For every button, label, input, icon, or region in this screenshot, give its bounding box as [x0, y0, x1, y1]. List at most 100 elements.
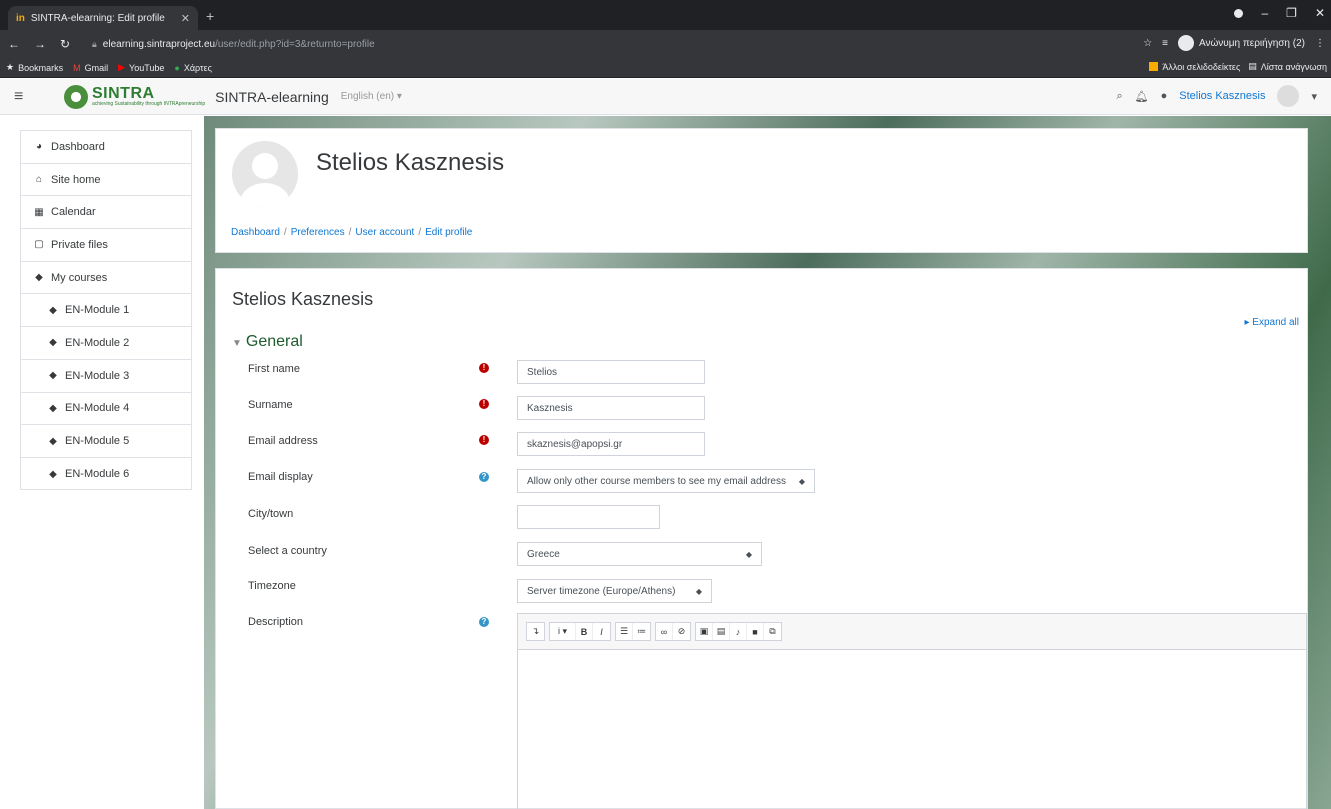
url-path: /user/edit.php?id=3&returnto=profile — [215, 38, 375, 50]
sintra-logo[interactable]: SINTRA achieving Sustainability through … — [64, 84, 205, 109]
incognito-icon — [1178, 35, 1194, 51]
sidebar-item-en-module-3[interactable]: ◆ EN-Module 3 — [21, 360, 191, 393]
email-display-label: Email display — [248, 471, 313, 483]
bookmark-bookmarks[interactable]: ★ Bookmarks — [6, 62, 63, 73]
bookmark-gmail[interactable]: M Gmail — [73, 63, 108, 73]
expand-all-link[interactable]: ▸ Expand all — [1245, 317, 1300, 328]
sidebar-item-label: Site home — [51, 173, 101, 186]
italic-icon[interactable]: I — [593, 623, 610, 640]
graduation-cap-icon: ◆ — [49, 435, 57, 447]
page-title: Stelios Kasznesis — [316, 149, 505, 176]
browser-menu-icon[interactable]: ⋮ — [1315, 38, 1325, 49]
nav-drawer: ◕ Dashboard ⌂ Site home ▦ Calendar ▢ Private… — [20, 130, 192, 490]
toolbar-toggle-icon[interactable]: ↴ — [527, 623, 544, 640]
microphone-icon[interactable]: ♪ — [730, 623, 747, 640]
sidebar-item-label: EN-Module 2 — [65, 336, 130, 349]
ordered-list-icon[interactable]: ≔ — [633, 623, 650, 640]
site-name[interactable]: SINTRA-elearning — [215, 89, 329, 105]
breadcrumb-dashboard[interactable]: Dashboard — [231, 227, 280, 238]
sidebar-item-en-module-4[interactable]: ◆ EN-Module 4 — [21, 393, 191, 426]
sidebar-item-label: EN-Module 5 — [65, 435, 130, 448]
sidebar-item-my-courses[interactable]: ◆ My courses — [21, 262, 191, 295]
graduation-cap-icon: ◆ — [35, 272, 43, 284]
description-label: Description — [248, 616, 304, 628]
notification-bell-icon[interactable]: 🔔︎ — [1135, 90, 1149, 103]
email-display-select[interactable]: Allow only other course members to see m… — [517, 469, 815, 493]
manage-files-icon[interactable]: ⧉ — [764, 623, 781, 640]
bookmark-maps[interactable]: ● Χάρτες — [174, 63, 212, 73]
email-field[interactable]: skaznesis@apopsi.gr — [517, 432, 705, 456]
first-name-input[interactable]: Stelios — [517, 360, 705, 384]
language-menu[interactable]: English (en) ▾ — [341, 91, 402, 102]
incognito-indicator[interactable]: Ανώνυμη περιήγηση (2) — [1178, 35, 1305, 51]
messages-icon[interactable]: ● — [1161, 90, 1168, 102]
forward-button[interactable]: → — [34, 37, 46, 51]
section-general-toggle[interactable]: ▼ General — [232, 333, 303, 351]
city-input[interactable] — [517, 505, 660, 529]
unordered-list-icon[interactable]: ☰ — [616, 623, 633, 640]
help-icon[interactable]: ? — [479, 472, 489, 482]
bookmark-label: Bookmarks — [18, 62, 64, 73]
incognito-label: Ανώνυμη περιήγηση (2) — [1199, 37, 1305, 49]
hamburger-menu-icon[interactable]: ≡ — [14, 88, 44, 106]
home-icon: ⌂ — [35, 174, 43, 186]
profile-dot-icon[interactable] — [1234, 8, 1244, 18]
reload-button[interactable]: ↻ — [60, 37, 70, 51]
search-icon[interactable]: ⌕ — [1116, 90, 1122, 103]
sidebar-item-en-module-2[interactable]: ◆ EN-Module 2 — [21, 327, 191, 360]
graduation-cap-icon: ◆ — [49, 337, 57, 349]
info-icon[interactable]: i ▾ — [550, 623, 576, 640]
restore-button[interactable]: ❐ — [1286, 6, 1297, 20]
country-select[interactable]: Greece ◆ — [517, 542, 762, 566]
folder-icon — [1149, 62, 1159, 71]
city-label: City/town — [248, 508, 294, 520]
edit-profile-form: Stelios Kasznesis ▸ Expand all ▼ General … — [215, 268, 1308, 809]
breadcrumb: Dashboard / Preferences / User account / Edit … — [231, 227, 473, 238]
gear-logo-icon — [64, 84, 88, 109]
avatar[interactable] — [1277, 85, 1300, 107]
sidebar-item-site-home[interactable]: ⌂ Site home — [21, 164, 191, 197]
sidebar-item-en-module-1[interactable]: ◆ EN-Module 1 — [21, 294, 191, 328]
browser-tab[interactable]: in SINTRA-elearning: Edit profile ✕ — [8, 6, 198, 30]
bold-icon[interactable]: B — [576, 623, 593, 640]
sidebar-item-label: EN-Module 6 — [65, 468, 130, 481]
surname-input[interactable]: Kasznesis — [517, 396, 705, 420]
reading-list-icon: ▤ — [1248, 61, 1257, 71]
unlink-icon[interactable]: ⊘ — [673, 623, 690, 640]
graduation-cap-icon: ◆ — [49, 468, 57, 480]
user-menu-caret-icon[interactable]: ▾ — [1311, 90, 1317, 103]
url-field[interactable]: 🔒︎ elearning.sintraproject.eu/user/edit.… — [84, 34, 1134, 54]
minimize-button[interactable]: – — [1261, 6, 1268, 20]
breadcrumb-edit-profile[interactable]: Edit profile — [425, 227, 472, 238]
image-icon[interactable]: ▣ — [696, 623, 713, 640]
sidebar-item-label: EN-Module 3 — [65, 369, 130, 382]
new-tab-button[interactable]: + — [206, 8, 214, 24]
sidebar-item-en-module-6[interactable]: ◆ EN-Module 6 — [21, 458, 191, 491]
media-icon[interactable]: ▤ — [713, 623, 730, 640]
bookmarks-bar: ★ Bookmarks M Gmail ▶ YouTube ● Χάρτες Άλλοι… — [0, 58, 1331, 78]
browser-tab-bar: in SINTRA-elearning: Edit profile ✕ + – … — [0, 0, 1331, 30]
sidebar-item-label: EN-Module 4 — [65, 402, 130, 415]
sidebar-item-private-files[interactable]: ▢ Private files — [21, 229, 191, 262]
reading-list-icon[interactable]: ≡ — [1162, 38, 1168, 49]
close-window-button[interactable]: ✕ — [1315, 6, 1325, 20]
other-bookmarks[interactable]: Άλλοι σελιδοδείκτες — [1149, 61, 1240, 72]
tab-title: SINTRA-elearning: Edit profile — [30, 12, 165, 24]
breadcrumb-preferences[interactable]: Preferences — [291, 227, 345, 238]
user-menu-name[interactable]: Stelios Kasznesis — [1179, 90, 1265, 102]
editor-toolbar: ↴ i ▾ B I ☰ ≔ ∞ ⊘ ▣ ▤ ♪ ■ ⧉ — [518, 614, 1306, 650]
bookmark-youtube[interactable]: ▶ YouTube — [118, 62, 164, 73]
sidebar-item-dashboard[interactable]: ◕ Dashboard — [21, 131, 191, 164]
sidebar-item-en-module-5[interactable]: ◆ EN-Module 5 — [21, 425, 191, 458]
timezone-select[interactable]: Server timezone (Europe/Athens) ◆ — [517, 579, 712, 603]
help-icon[interactable]: ? — [479, 617, 489, 627]
link-icon[interactable]: ∞ — [656, 623, 673, 640]
video-icon[interactable]: ■ — [747, 623, 764, 640]
graduation-cap-icon: ◆ — [49, 402, 57, 414]
reading-list[interactable]: ▤ Λίστα ανάγνωση — [1248, 61, 1327, 72]
sidebar-item-calendar[interactable]: ▦ Calendar — [21, 196, 191, 230]
back-button[interactable]: ← — [8, 37, 20, 51]
breadcrumb-user-account[interactable]: User account — [355, 227, 414, 238]
close-tab-icon[interactable]: ✕ — [181, 12, 190, 25]
bookmark-star-icon[interactable]: ☆ — [1143, 38, 1152, 49]
